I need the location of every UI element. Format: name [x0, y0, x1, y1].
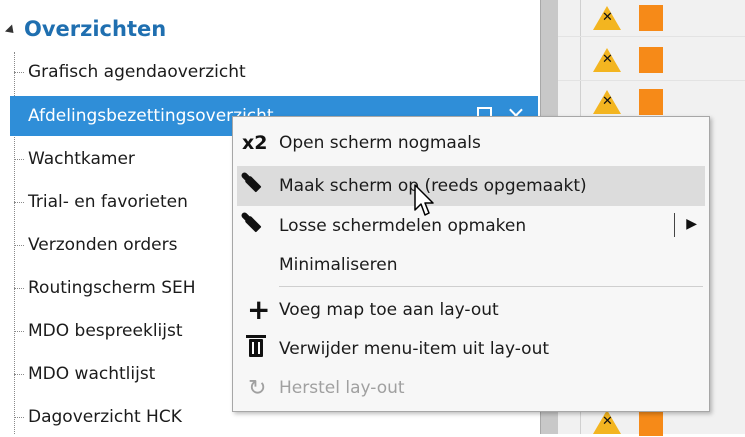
- tree-connector-tick: [14, 374, 24, 375]
- warning-icon: ✕: [593, 6, 621, 30]
- trash-icon: [246, 335, 266, 357]
- section-header[interactable]: Overzichten: [4, 12, 167, 46]
- menu-item-verwijder-menu-item[interactable]: Verwijder menu-item uit lay-out: [237, 329, 705, 369]
- menu-item-label: Open scherm nogmaals: [279, 133, 481, 153]
- brush-icon: [244, 215, 262, 233]
- menu-item-maak-scherm-op[interactable]: Maak scherm op (reeds opgemaakt): [237, 166, 705, 206]
- tree-item-label: Grafisch agendaoverzicht: [28, 62, 246, 82]
- grid-line: [558, 36, 745, 37]
- tree-connector-tick: [14, 331, 24, 332]
- tree-connector-tick: [14, 202, 24, 203]
- collapse-triangle-icon[interactable]: [4, 23, 18, 37]
- plus-icon: +: [247, 293, 271, 326]
- tree-item-grafisch-agendaoverzicht[interactable]: Grafisch agendaoverzicht: [14, 52, 534, 92]
- warning-icon: ✕: [593, 48, 621, 72]
- tree-item-label: MDO wachtlijst: [28, 364, 156, 384]
- tree-item-label: Verzonden orders: [28, 235, 178, 255]
- menu-separator: [279, 286, 703, 287]
- menu-item-losse-schermdelen-opmaken[interactable]: Losse schermdelen opmaken ▶: [237, 206, 705, 246]
- tree-connector-tick: [14, 72, 24, 73]
- status-indicator: [639, 47, 663, 73]
- submenu-arrow-icon: ▶: [686, 216, 697, 232]
- tree-connector-tick: [14, 159, 24, 160]
- menu-item-label: Herstel lay-out: [279, 378, 405, 398]
- grid-line: [558, 80, 745, 81]
- tree-item-label: Routingscherm SEH: [28, 278, 196, 298]
- tree-connector-tick: [14, 245, 24, 246]
- tree-connector-tick: [14, 288, 24, 289]
- status-indicator: [639, 410, 663, 436]
- menu-item-label: Minimaliseren: [279, 255, 398, 275]
- menu-item-voeg-map-toe[interactable]: + Voeg map toe aan lay-out: [237, 290, 705, 330]
- tree-item-label: Dagoverzicht HCK: [28, 407, 182, 427]
- tree-item-label: Wachtkamer: [28, 149, 135, 169]
- menu-item-label: Verwijder menu-item uit lay-out: [279, 339, 550, 359]
- submenu-separator: [674, 213, 675, 237]
- tree-item-label: MDO bespreeklijst: [28, 321, 183, 341]
- tree-item-label: Trial- en favorieten: [28, 192, 188, 212]
- tree-connector-tick: [14, 417, 24, 418]
- menu-item-minimaliseren[interactable]: Minimaliseren: [237, 245, 705, 285]
- menu-item-label: Voeg map toe aan lay-out: [279, 300, 499, 320]
- mouse-cursor-icon: [414, 184, 434, 216]
- x2-icon: x2: [242, 132, 268, 154]
- warning-icon: ✕: [593, 90, 621, 114]
- section-title: Overzichten: [24, 17, 167, 41]
- refresh-icon: ↻: [248, 376, 267, 401]
- brush-icon: [244, 175, 262, 193]
- menu-item-label: Losse schermdelen opmaken: [279, 216, 527, 236]
- status-indicator: [639, 5, 663, 31]
- status-indicator: [639, 89, 663, 115]
- menu-item-open-scherm-nogmaals[interactable]: x2 Open scherm nogmaals: [237, 123, 705, 163]
- menu-item-herstel-lay-out: ↻ Herstel lay-out: [237, 368, 705, 408]
- context-menu: x2 Open scherm nogmaals Maak scherm op (…: [232, 116, 710, 412]
- warning-icon: ✕: [593, 410, 621, 434]
